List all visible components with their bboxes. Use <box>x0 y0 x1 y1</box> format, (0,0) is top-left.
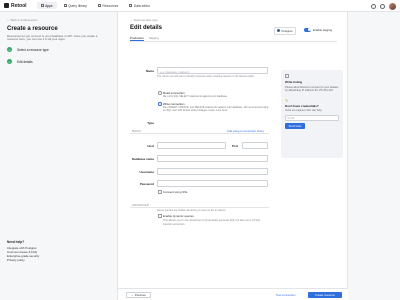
info-icon <box>285 74 289 78</box>
page-description: Resources let you connect to your databa… <box>7 33 98 42</box>
type-label: Type <box>147 121 154 125</box>
query-library-icon <box>63 4 67 7</box>
db-type-label: Postgres <box>281 28 293 33</box>
apps-icon <box>40 4 44 7</box>
form-footer: ← Previous Test connection Create resour… <box>117 288 348 300</box>
form-title: Edit details <box>130 25 163 31</box>
page-title: Create a resource <box>7 26 58 32</box>
writing-title: Write listing <box>285 80 303 84</box>
step-select-type[interactable]: ✓ Select a resource type <box>7 47 107 53</box>
postgres-icon <box>277 29 280 33</box>
top-right-actions <box>371 2 396 10</box>
back-to-resources-link[interactable]: ← Back to all Resources <box>7 18 107 22</box>
step-edit-details[interactable]: ✓ Edit details <box>7 59 107 65</box>
enable-staging-label: Enable staging <box>313 28 333 32</box>
name-hint: The name you will use to identify resour… <box>157 75 255 78</box>
need-help-section: Need help? Integrate with Postgres Commo… <box>7 240 39 262</box>
read-connection-radio[interactable] <box>158 91 162 95</box>
help-icon[interactable] <box>380 3 385 9</box>
brand-name: Retool <box>11 2 27 9</box>
retool-logo[interactable]: Retool <box>4 3 27 9</box>
resources-icon <box>97 4 101 7</box>
step-label: Select a resource type <box>17 47 49 52</box>
test-connection-button[interactable]: Test connection <box>276 293 295 297</box>
ssl-label: Connect using SSL <box>163 190 188 194</box>
data-editor-icon <box>129 4 133 7</box>
nav-tab-label: Resources <box>102 3 119 8</box>
gear-icon[interactable] <box>371 3 376 9</box>
db-type-badge: Postgres <box>274 27 296 35</box>
nav-tab-label: Apps <box>45 3 53 8</box>
dynamic-queries-desc: This allows you to use Javascript to dyn… <box>163 219 261 226</box>
nav-tab-label: Query library <box>68 3 87 8</box>
info-card: Write listing Please allow Retool to con… <box>281 70 343 158</box>
credentials-title: Don't have credentials? <box>285 103 319 108</box>
enable-staging-toggle[interactable] <box>304 27 311 32</box>
database-name-label: Database name <box>131 157 154 161</box>
advanced-hint: Some queries are hidden because you are … <box>157 209 227 212</box>
database-name-input[interactable] <box>157 155 268 162</box>
step-label: Edit details <box>17 59 33 64</box>
host-input[interactable] <box>157 142 226 149</box>
name-label: Name <box>145 69 154 73</box>
credentials-text: Invite an engineer who can help. <box>285 109 323 113</box>
divider <box>130 133 269 134</box>
nav-tab-resources[interactable]: Resources <box>94 2 122 9</box>
help-link-privacy[interactable]: Privacy policy <box>7 258 39 262</box>
previous-button[interactable]: ← Previous <box>126 291 151 298</box>
key-icon: ✎ <box>285 97 289 103</box>
send-invite-button[interactable]: Send invite <box>285 123 305 130</box>
ssl-checkbox[interactable] <box>158 190 162 194</box>
environment-tabs: Production Staging <box>130 36 337 42</box>
password-label: Password <box>139 182 154 186</box>
nav-tab-data-editor[interactable]: Data editor <box>125 2 154 9</box>
dynamic-queries-label: Enable dynamic queries <box>163 214 194 218</box>
host-label: Host <box>147 144 154 148</box>
nav-tab-label: Data editor <box>133 3 150 8</box>
nav-tab-apps[interactable]: Apps <box>36 2 57 9</box>
divider <box>130 207 269 208</box>
write-connection-desc: Run INSERT, UPDATE, and DELETE statement… <box>163 106 269 113</box>
tab-staging[interactable]: Staging <box>149 36 159 41</box>
port-label: Port <box>232 144 238 148</box>
dynamic-queries-checkbox[interactable] <box>158 214 162 218</box>
check-icon: ✓ <box>7 59 12 65</box>
read-connection-desc: Run only SQL SELECT statements against y… <box>163 95 228 98</box>
retool-logo-icon <box>4 3 9 8</box>
need-help-title: Need help? <box>7 240 25 244</box>
select-another-type-link[interactable]: ← Select another type <box>130 18 158 22</box>
password-input[interactable] <box>157 180 268 187</box>
avatar[interactable] <box>389 2 396 10</box>
top-navigation: Retool Apps Query library Resources Data… <box>0 0 400 12</box>
tab-production[interactable]: Production <box>130 36 144 41</box>
write-connection-radio[interactable] <box>158 102 162 106</box>
writing-text: Please allow Retool to connect to your d… <box>285 85 339 93</box>
create-resource-button[interactable]: Create resource <box>308 291 342 298</box>
username-label: Username <box>139 170 154 174</box>
check-icon: ✓ <box>7 47 12 53</box>
nav-tab-query-library[interactable]: Query library <box>60 2 91 9</box>
username-input[interactable] <box>157 168 268 175</box>
invite-email-input[interactable]: Email <box>285 114 339 121</box>
port-input[interactable] <box>242 142 268 149</box>
name-input[interactable]: e.g. database_readonly <box>157 67 268 74</box>
